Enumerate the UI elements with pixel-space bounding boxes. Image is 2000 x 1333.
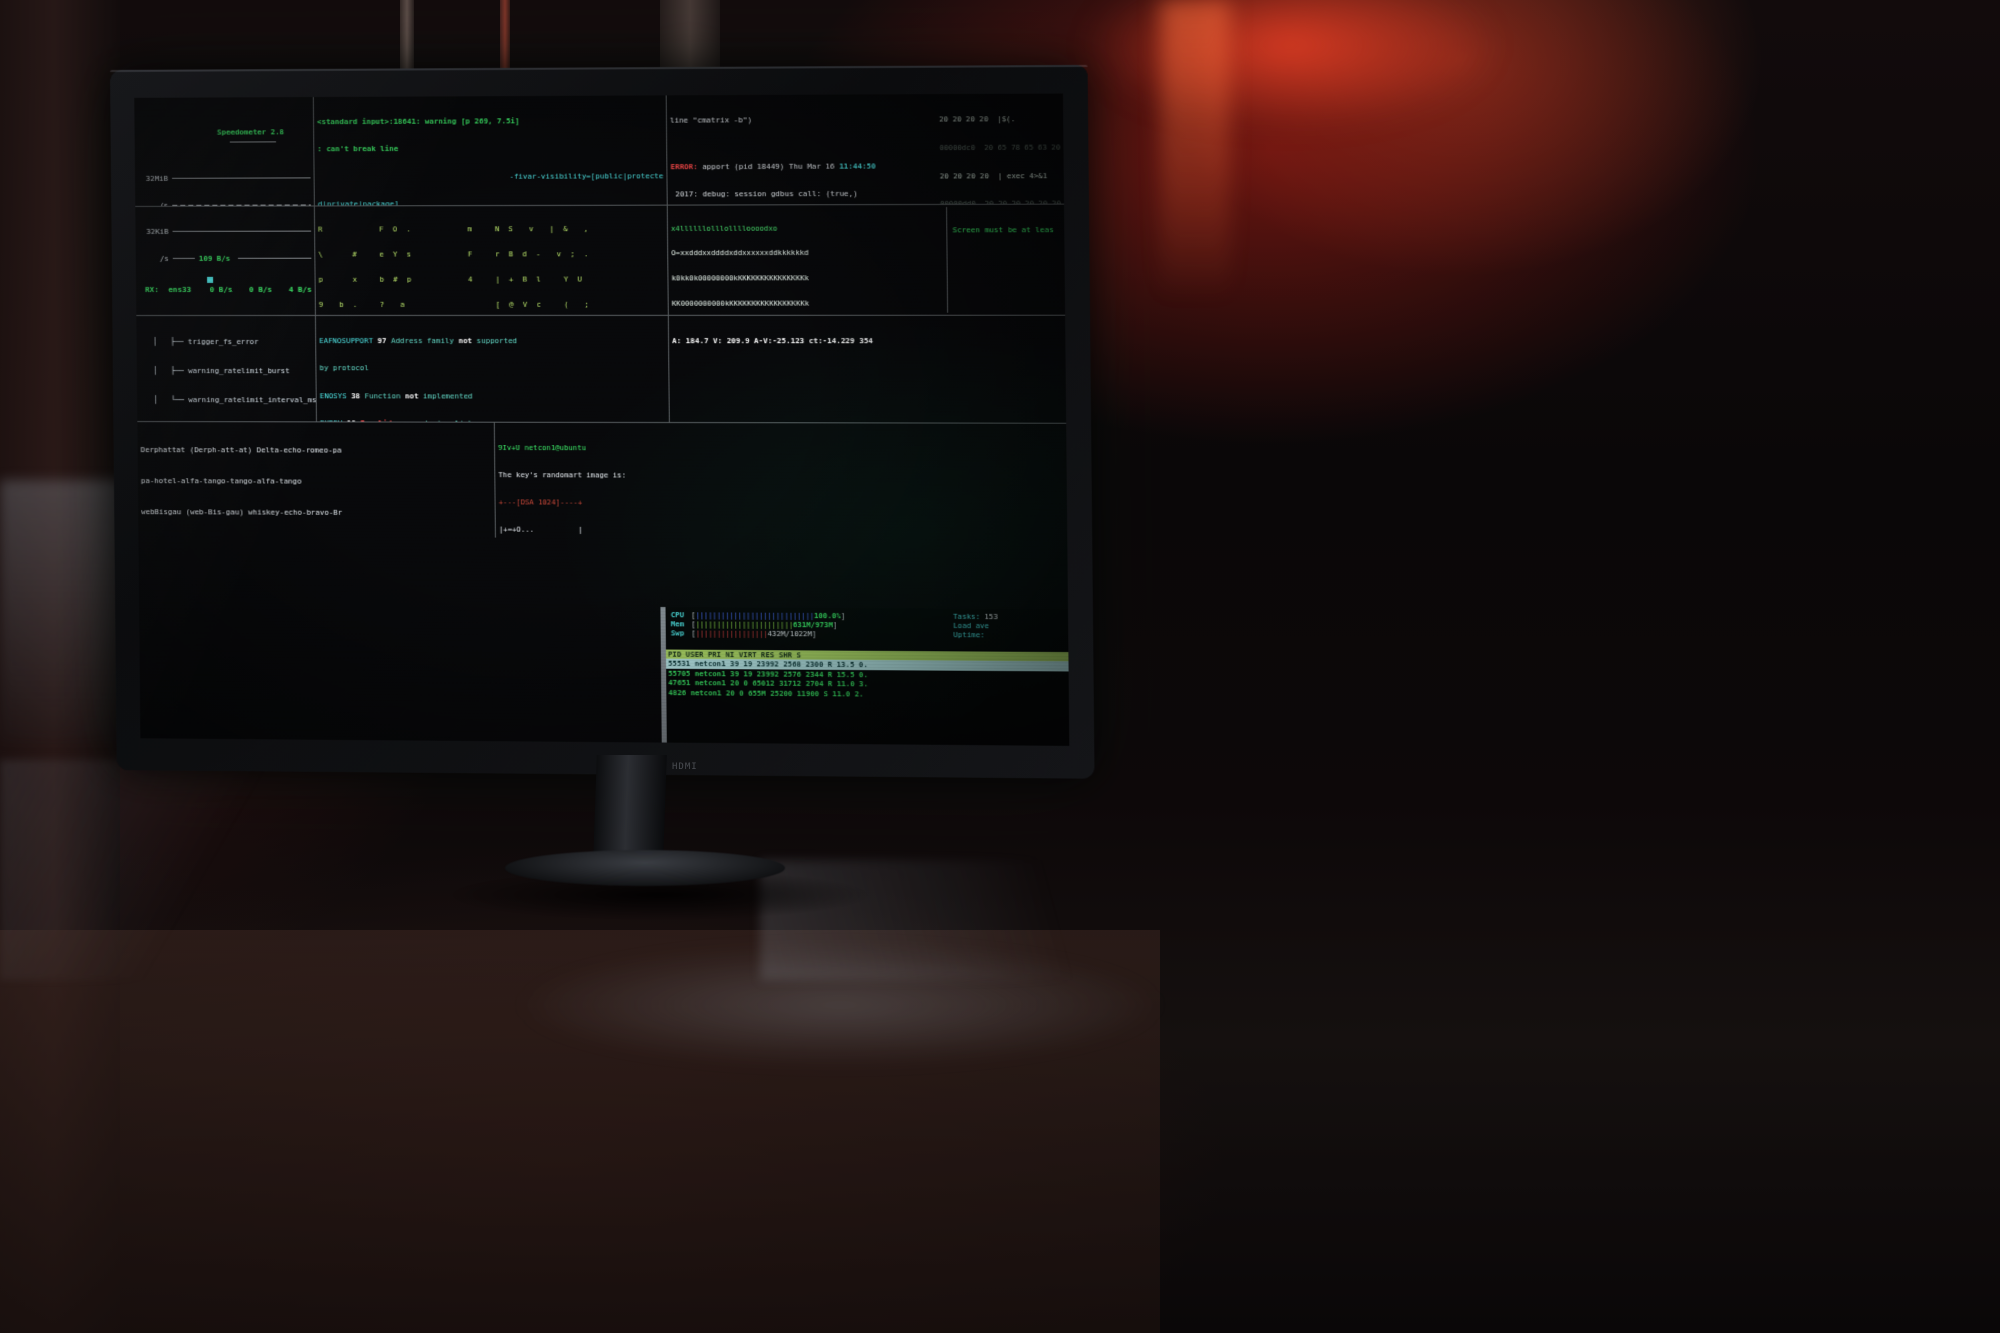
kblock-row-1: O=xxdddxxddddxddxxxxxxddkkkkkkd [671, 249, 946, 258]
htop-tasks-label: Tasks: [953, 612, 980, 621]
htop-row-3[interactable]: 4826 netcon1 20 0 655M 25200 11900 S 11.… [666, 687, 1069, 700]
htop-swp-label: Swp [671, 628, 692, 637]
pane-randomart[interactable]: 9Iv+U netcon1@ubuntu The key's randomart… [495, 423, 1067, 540]
htop-mem-label: Mem [671, 619, 692, 628]
htop-swp-value: 432M/1022M [768, 629, 813, 638]
monitor-stand-base [505, 850, 785, 886]
errno-bold-0: not [458, 336, 472, 345]
hexdump: 20 20 20 20 |$(. 00000dc0 20 65 78 65 63… [935, 96, 1061, 202]
htop-tasks-value: 153 [984, 612, 998, 621]
tree-line-0: │ ├── trigger_fs_error [140, 337, 313, 347]
rx-v2: 0 B/s [249, 284, 289, 293]
rx-iface: ens33 [168, 284, 209, 293]
journal-lvl-0: ERROR: [670, 162, 697, 171]
monitor-brand-logo: HDMI [672, 762, 698, 772]
errno-b-0: supported [472, 336, 517, 345]
kblock-row-0: x4llllllolllolllloooodxo [671, 223, 777, 232]
photo-scene: Speedometer 2.8 32MiB /s 32KiB /s TX: en… [0, 0, 2000, 1333]
red-ambient-glow [1080, 0, 1500, 130]
pane-speedometer-rx[interactable]: 32KiB /s 109 B/s RX: ens33 0 B/s 0 B/s 4… [135, 206, 315, 314]
htop-mem-value: 631M/973M [793, 620, 833, 629]
cable-bundle-left [0, 760, 330, 980]
pane-journal-hexdump[interactable]: line "cmatrix -b") ERROR: apport (pid 18… [667, 94, 1064, 205]
hex-row-2: 20 20 20 20 | exec 4>&1 [940, 171, 1061, 181]
pane-video-stats[interactable]: A: 184.7 V: 209.9 A-V:-25.123 ct:-14.229… [669, 316, 1066, 423]
errno-a-1: by protocol [319, 364, 368, 373]
pane-errno[interactable]: EAFNOSUPPORT 97 Address family not suppo… [316, 316, 669, 422]
htop-uptime-label: Uptime: [953, 630, 984, 639]
monitor-stand-neck [593, 755, 667, 860]
kblock-row-3: KK0000000000kKKKKKKKKKKKKKKKKKk [672, 300, 947, 309]
htop-load-label: Load ave [953, 621, 989, 630]
tree-line-1: │ ├── warning_ratelimit_burst [140, 366, 313, 376]
speedometer-title: Speedometer 2.8 [217, 128, 284, 137]
terminal-cursor [207, 276, 213, 282]
kblock: x4llllllolllolllloooodxo O=xxdddxxddddxd… [671, 207, 947, 313]
errno-name-0: EAFNOSUPPORT [319, 336, 373, 345]
swp-bars: ||||||||||||||||| [696, 628, 768, 638]
randomart-line-1: |+=+O... | [499, 525, 1064, 536]
htop-window[interactable]: CPU [ |||||||||||||||||||||||||||| 100.0… [660, 607, 1069, 746]
tree-line-2: │ └── warning_ratelimit_interval_ms [140, 395, 313, 405]
monitor: Speedometer 2.8 32MiB /s 32KiB /s TX: en… [110, 65, 1095, 779]
kblock-row-2: k0kk0k00000000kKKKKKKKKKKKKKKKk [671, 274, 946, 283]
compiler-head-1: <standard input>:18641: warning [p 269, … [317, 116, 663, 127]
rx-v1: 0 B/s [210, 284, 250, 293]
hex-row-0: 20 20 20 20 |$(. [939, 114, 1060, 124]
rx-marker: 109 B/s [199, 254, 230, 263]
nato-line-2: webBisgau (web-Bis-gau) whiskey-echo-bra… [141, 507, 492, 519]
matrix-row-1: \ # e Y s F r B d - v ; . [318, 250, 664, 259]
journal-a-1: 2017: debug: session gdbus call: (true,) [671, 189, 858, 199]
rx-axis-2: 32KiB [138, 227, 168, 236]
randomart-subhead: The key's randomart image is: [498, 470, 1063, 481]
pane-nato[interactable]: Derphattat (Derph-att-at) Delta-echo-rom… [137, 422, 495, 538]
pane-speedometer[interactable]: Speedometer 2.8 32MiB /s 32KiB /s TX: en… [134, 97, 314, 206]
errno-num-2: 38 [351, 391, 360, 400]
rx-axis-3: /s [139, 254, 169, 263]
journal-title: line "cmatrix -b") [670, 115, 935, 125]
htop-meter-swp: Swp [ ||||||||||||||||| 432M/1022M ] [671, 628, 947, 639]
rx-v3: 4 B/s [289, 284, 312, 293]
journal-t-0: 11:44:50 [839, 161, 876, 170]
journal-a-0: apport (pid 18449) Thu Mar 16 [698, 161, 840, 171]
compiler-head-2: : can't break line [317, 143, 663, 153]
nato-line-0: Derphattat (Derph-att-at) Delta-echo-rom… [141, 445, 492, 456]
nato-line-1: pa-hotel-alfa-tango-tango-alfa-tango [141, 476, 492, 488]
errno-a-2: Function [365, 391, 406, 400]
hex-row-1: 00000dc0 20 65 78 65 63 20 [939, 142, 1060, 152]
randomart-line-0: +---[DSA 1024]----+ [499, 497, 1064, 508]
matrix-row-0: R F O . m N S v | & , [318, 225, 664, 234]
htop-cpu-label: CPU [671, 610, 692, 619]
rx-interface-row: RX: ens33 0 B/s 0 B/s 4 B/s [139, 281, 312, 295]
htop-cpu-value: 100.0% [814, 611, 841, 620]
monitor-screen: Speedometer 2.8 32MiB /s 32KiB /s TX: en… [134, 94, 1069, 746]
cable-bundle-right [760, 860, 1180, 980]
errno-a-0: Address family [391, 336, 459, 345]
randomart-header-prefix: 9Iv+U netcon1@ubuntu [498, 443, 586, 452]
errno-b-2: implemented [418, 391, 472, 400]
errno-name-2: ENOSYS [320, 391, 347, 400]
red-edge-glow [1160, 0, 1230, 300]
screen-message: Screen must be at leas [946, 207, 1062, 313]
tx-axis-0: 32MiB [138, 174, 168, 183]
errno-num-0: 97 [377, 336, 386, 345]
matrix-row-2: p x b # p 4 | + B l Y U [319, 276, 665, 285]
matrix-row-3: 9 b . ? a [ @ V c ( ; [319, 301, 665, 310]
pane-compiler-warning[interactable]: <standard input>:18641: warning [p 269, … [314, 95, 667, 205]
pane-tree[interactable]: │ ├── trigger_fs_error │ ├── warning_rat… [136, 316, 316, 421]
rx-label: RX: [145, 285, 168, 294]
video-stats: A: 184.7 V: 209.9 A-V:-25.123 ct:-14.229… [672, 336, 1062, 345]
pane-kblock-screenmsg[interactable]: x4llllllolllolllloooodxo O=xxdddxxddddxd… [668, 205, 1065, 315]
compiler-opt-0: -fivar-visibility=[public|protecte [318, 171, 664, 181]
hexdump-footer: Screen must be at leas [952, 225, 1061, 234]
journal-entries: ERROR: apport (pid 18449) Thu Mar 16 11:… [670, 142, 938, 204]
pane-matrix[interactable]: R F O . m N S v | & , \ # e Y s F r B d … [315, 206, 668, 315]
journal-log: line "cmatrix -b") ERROR: apport (pid 18… [670, 96, 936, 202]
errno-bold-2: not [405, 391, 419, 400]
